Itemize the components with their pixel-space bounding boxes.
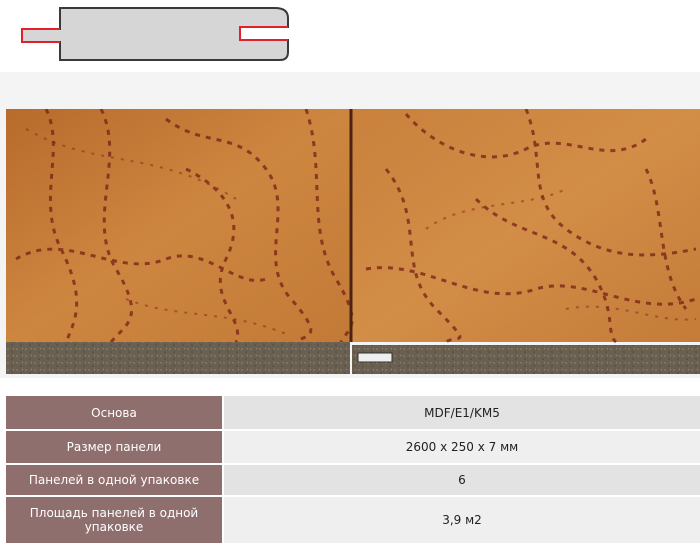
table-row: Размер панели 2600 х 250 х 7 мм <box>6 430 700 465</box>
table-row: Основа MDF/E1/KM5 <box>6 396 700 431</box>
table-row: Панелей в одной упаковке 6 <box>6 464 700 497</box>
spec-label: Основа <box>6 396 224 431</box>
table-row: Площадь панелей в одной упаковке 3,9 м2 <box>6 496 700 545</box>
specifications-table: Основа MDF/E1/KM5 Размер панели 2600 х 2… <box>6 396 700 545</box>
spec-value: 3,9 м2 <box>223 496 700 545</box>
spec-value: MDF/E1/KM5 <box>223 396 700 431</box>
oak-laminate-panel-photo <box>6 109 700 374</box>
panel-profile-icon <box>0 0 335 72</box>
spec-value: 6 <box>223 464 700 497</box>
spec-label: Размер панели <box>6 430 224 465</box>
spec-value: 2600 х 250 х 7 мм <box>223 430 700 465</box>
spec-label: Панелей в одной упаковке <box>6 464 224 497</box>
spec-label: Площадь панелей в одной упаковке <box>6 496 224 545</box>
